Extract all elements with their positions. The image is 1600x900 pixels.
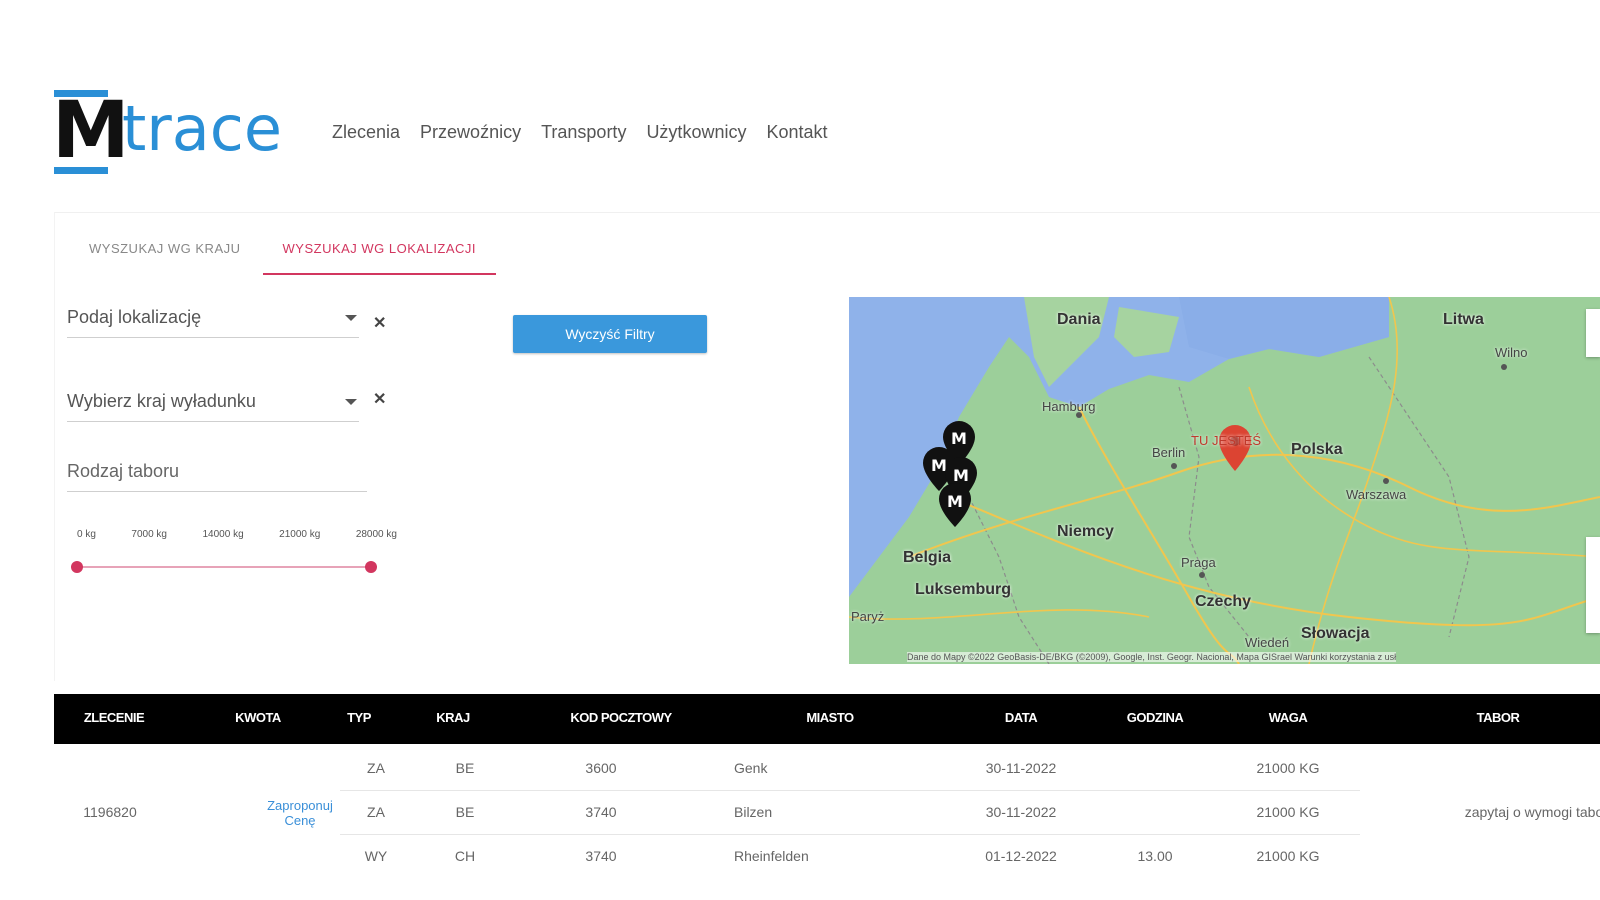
- map-label: Luksemburg: [915, 581, 1012, 598]
- svg-text:M: M: [947, 492, 963, 511]
- column-header[interactable]: Miasto: [806, 710, 854, 725]
- chevron-down-icon: [345, 315, 357, 321]
- slider-thumb-max[interactable]: [365, 561, 377, 573]
- map-attribution: Dane do Mapy ©2022 GeoBasis-DE/BKG (©200…: [907, 652, 1397, 662]
- clear-filters-button[interactable]: Wyczyść Filtry: [513, 315, 707, 353]
- cell-godzina: 13.00: [1137, 848, 1173, 864]
- map-label: Wilno: [1495, 345, 1528, 360]
- cell-miasto: Rheinfelden: [734, 848, 809, 864]
- column-header[interactable]: Data: [1005, 710, 1038, 725]
- cell-kod: 3600: [585, 760, 617, 776]
- map-label: Belgia: [903, 549, 952, 566]
- cell-typ: ZA: [367, 804, 385, 820]
- weight-tick: 0 kg: [77, 529, 96, 540]
- svg-text:M: M: [953, 466, 969, 485]
- weight-tick: 28000 kg: [355, 529, 397, 540]
- column-header[interactable]: Godzina: [1127, 710, 1184, 725]
- cell-kraj: CH: [454, 848, 476, 864]
- nav-transporty[interactable]: Transporty: [541, 122, 626, 143]
- location-select[interactable]: Podaj lokalizację: [67, 303, 359, 338]
- country-select[interactable]: Wybierz kraj wyładunku: [67, 387, 359, 422]
- map-label: Wiedeń: [1245, 635, 1290, 650]
- map-label: Słowacja: [1301, 625, 1370, 642]
- current-location-pin-icon[interactable]: [1219, 425, 1251, 471]
- map-label: Hamburg: [1042, 399, 1096, 414]
- column-header[interactable]: Waga: [1269, 710, 1308, 725]
- cell-typ: ZA: [367, 760, 385, 776]
- nav-kontakt[interactable]: Kontakt: [766, 122, 827, 143]
- cell-data: 01-12-2022: [985, 848, 1057, 864]
- map-label: Warszawa: [1346, 487, 1407, 502]
- weight-tick: 14000 kg: [202, 529, 244, 540]
- fleet-type-input[interactable]: Rodzaj taboru: [67, 455, 367, 492]
- svg-text:M: M: [931, 456, 947, 475]
- map-label: Niemcy: [1057, 523, 1114, 540]
- map-label: Polska: [1291, 441, 1343, 458]
- cell-kraj: BE: [455, 804, 475, 820]
- tab-search-by-country[interactable]: Wyszukaj wg kraju: [77, 235, 253, 275]
- orders-table-body: 1196820 Zaproponuj Cenę zapytaj o wymogi…: [54, 744, 1600, 900]
- logo-letter: M: [52, 86, 130, 176]
- slider-thumb-min[interactable]: [71, 561, 83, 573]
- tab-search-by-location[interactable]: Wyszukaj wg lokalizacji: [262, 235, 497, 275]
- map-label: Dania: [1057, 311, 1101, 328]
- propose-price-link[interactable]: Zaproponuj Cenę: [260, 798, 340, 828]
- nav-zlecenia[interactable]: Zlecenia: [332, 122, 400, 143]
- cell-kod: 3740: [585, 804, 617, 820]
- cell-miasto: Bilzen: [734, 804, 773, 820]
- svg-text:M: M: [951, 429, 967, 448]
- column-header[interactable]: Kwota: [235, 710, 281, 725]
- fleet-type-placeholder: Rodzaj taboru: [67, 461, 180, 481]
- map-fullscreen-control[interactable]: [1586, 309, 1600, 357]
- nav-uzytkownicy[interactable]: Użytkownicy: [646, 122, 746, 143]
- carrier-marker-icon[interactable]: M: [939, 483, 971, 527]
- location-select-placeholder: Podaj lokalizację: [67, 307, 202, 327]
- map-label: Czechy: [1195, 593, 1252, 610]
- column-header[interactable]: Typ: [347, 710, 371, 725]
- clear-country-icon[interactable]: ✕: [373, 389, 386, 409]
- cell-kod: 3740: [585, 848, 617, 864]
- column-header[interactable]: Zlecenie: [84, 710, 145, 725]
- map-label: Paryż: [851, 609, 885, 624]
- order-id[interactable]: 1196820: [83, 804, 136, 820]
- logo-word: trace: [122, 92, 283, 165]
- country-select-placeholder: Wybierz kraj wyładunku: [67, 391, 256, 411]
- main-nav: Zlecenia Przewoźnicy Transporty Użytkown…: [332, 122, 828, 143]
- cell-waga: 21000 KG: [1256, 760, 1320, 776]
- column-header[interactable]: Kraj: [436, 710, 470, 725]
- cell-data: 30-11-2022: [985, 804, 1057, 820]
- weight-ticks: 0 kg 7000 kg 14000 kg 21000 kg 28000 kg: [77, 529, 397, 540]
- mtrace-logo[interactable]: M trace: [52, 86, 294, 180]
- map-zoom-control[interactable]: [1586, 537, 1600, 633]
- cell-data: 30-11-2022: [985, 760, 1057, 776]
- column-header[interactable]: Kod pocztowy: [570, 710, 672, 725]
- map[interactable]: M M M M Dania Litwa Hamburg Berlin TU JE…: [849, 297, 1600, 664]
- chevron-down-icon: [345, 399, 357, 405]
- map-label: Litwa: [1443, 311, 1484, 328]
- search-tabs: Wyszukaj wg kraju Wyszukaj wg lokalizacj…: [77, 235, 497, 275]
- cell-waga: 21000 KG: [1256, 848, 1320, 864]
- clear-location-icon[interactable]: ✕: [373, 313, 386, 333]
- cell-kraj: BE: [455, 760, 475, 776]
- map-label: TU JESTEŚ: [1191, 433, 1262, 448]
- orders-table-header: Zlecenie Kwota Typ Kraj Kod pocztowy Mia…: [54, 694, 1600, 744]
- column-header[interactable]: Tabor: [1477, 710, 1520, 725]
- map-label: Berlin: [1152, 445, 1186, 460]
- weight-tick: 21000 kg: [279, 529, 321, 540]
- fleet-note: zapytaj o wymogi tabo: [1464, 804, 1600, 820]
- nav-przewoznicy[interactable]: Przewoźnicy: [420, 122, 521, 143]
- weight-tick: 7000 kg: [131, 529, 167, 540]
- row-divider: [340, 790, 1360, 791]
- row-divider: [340, 834, 1360, 835]
- cell-typ: WY: [364, 848, 388, 864]
- cell-miasto: Genk: [734, 760, 768, 776]
- slider-track: [77, 566, 371, 568]
- cell-waga: 21000 KG: [1256, 804, 1320, 820]
- map-label: Praga: [1181, 555, 1216, 570]
- logo-bar-bottom: [54, 167, 108, 174]
- weight-range-slider[interactable]: [71, 561, 377, 573]
